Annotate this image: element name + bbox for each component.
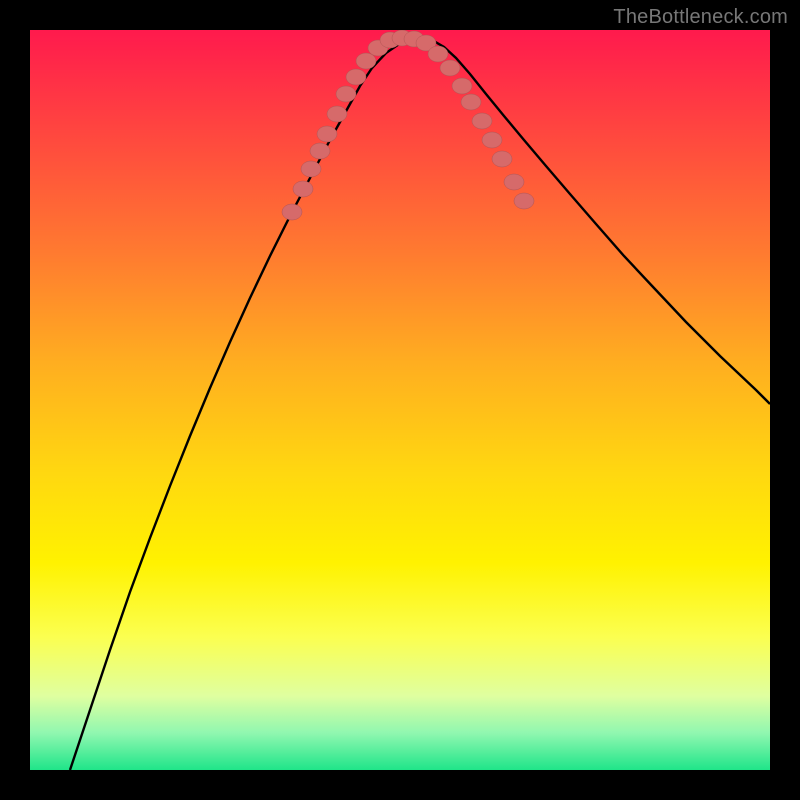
chart-stage: TheBottleneck.com — [0, 0, 800, 800]
highlight-marker — [282, 204, 302, 220]
highlight-marker — [461, 94, 481, 110]
highlight-marker — [310, 143, 330, 159]
watermark-text: TheBottleneck.com — [613, 6, 788, 29]
highlight-marker — [293, 181, 313, 197]
highlight-marker — [514, 193, 534, 209]
plot-area — [30, 30, 770, 770]
highlight-marker — [301, 161, 321, 177]
highlight-marker — [356, 53, 376, 69]
chart-svg — [30, 30, 770, 770]
highlight-marker — [336, 86, 356, 102]
highlight-marker — [327, 106, 347, 122]
highlight-marker — [492, 151, 512, 167]
highlight-marker — [504, 174, 524, 190]
highlight-marker — [317, 126, 337, 142]
highlight-marker — [346, 69, 366, 85]
highlight-marker — [482, 132, 502, 148]
gradient-background — [30, 30, 770, 770]
highlight-marker — [440, 60, 460, 76]
highlight-marker — [452, 78, 472, 94]
highlight-marker — [428, 46, 448, 62]
highlight-marker — [472, 113, 492, 129]
